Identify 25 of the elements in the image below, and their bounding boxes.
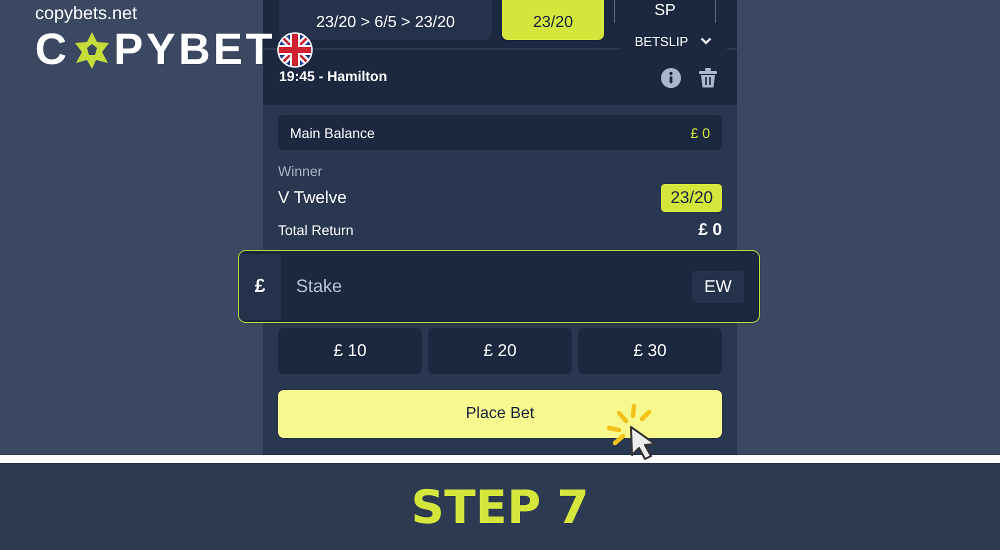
market-label: Winner xyxy=(278,163,324,179)
stake-field[interactable]: £ Stake EW xyxy=(238,250,760,323)
currency-label: £ xyxy=(239,254,281,320)
odds-option[interactable]: 23/20 xyxy=(502,0,604,40)
trash-icon[interactable] xyxy=(699,68,717,88)
step-title: STEP 7 xyxy=(411,480,589,534)
chevron-icon xyxy=(700,37,712,45)
odds-option[interactable]: 23/20 > 6/5 > 23/20 xyxy=(279,0,492,40)
logo-text: PYBET xyxy=(114,28,276,72)
balance-label: Main Balance xyxy=(290,124,375,140)
balance-amount: £ 0 xyxy=(690,124,710,140)
race-title: 19:45 - Hamilton xyxy=(279,68,388,84)
each-way-button[interactable]: EW xyxy=(692,270,744,302)
total-return-amount: £ 0 xyxy=(698,220,722,240)
quick-stake-button[interactable]: £ 30 xyxy=(578,328,722,374)
quick-stake-button[interactable]: £ 20 xyxy=(428,328,572,374)
total-return-label: Total Return xyxy=(278,222,354,238)
quick-stake-button[interactable]: £ 10 xyxy=(278,328,422,374)
place-bet-button[interactable]: Place Bet xyxy=(278,390,722,438)
odds-badge: 23/20 xyxy=(661,184,722,212)
info-icon[interactable] xyxy=(661,68,681,88)
site-url: copybets.net xyxy=(35,3,138,24)
selection-name: V Twelve xyxy=(278,188,347,208)
odds-option[interactable]: SP xyxy=(614,0,716,23)
logo-text: C xyxy=(35,28,70,72)
